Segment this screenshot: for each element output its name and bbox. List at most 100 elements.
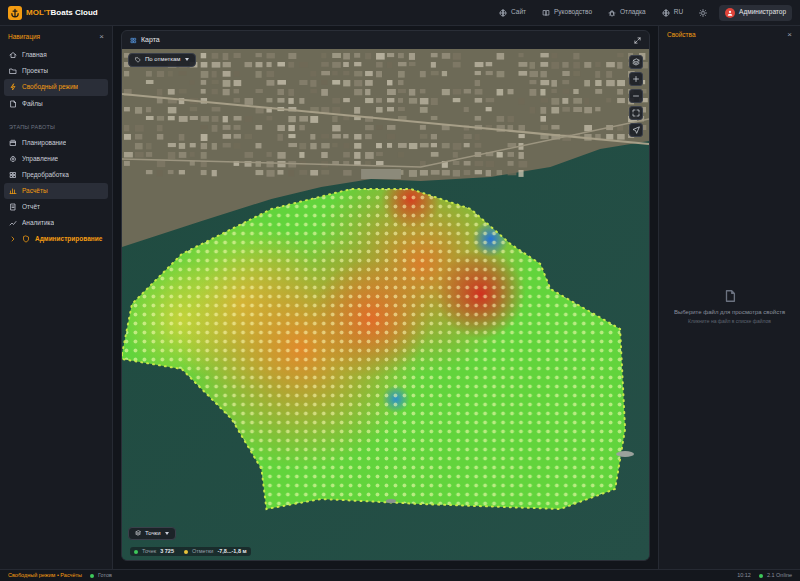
sidebar-item[interactable]: Свободный режим bbox=[4, 79, 108, 95]
legend-dot bbox=[184, 550, 188, 554]
map-tool-button[interactable] bbox=[629, 72, 643, 86]
tag-icon bbox=[135, 57, 141, 63]
top-link[interactable]: Руководство bbox=[538, 6, 596, 18]
globe-icon bbox=[662, 9, 670, 17]
logo-accent: MOL'T bbox=[26, 8, 51, 17]
report-icon bbox=[9, 203, 17, 211]
top-link[interactable]: Сайт bbox=[495, 6, 530, 18]
empty-hint: Кликните на файл в списке файлов bbox=[688, 318, 771, 324]
satellite-map[interactable] bbox=[122, 49, 649, 560]
user-menu[interactable]: Администратор bbox=[719, 5, 792, 21]
home-icon bbox=[9, 51, 17, 59]
user-name: Администратор bbox=[739, 8, 786, 16]
sidebar-item[interactable]: Главная bbox=[4, 47, 108, 63]
calendar-icon bbox=[9, 139, 17, 147]
zoom-out-icon bbox=[632, 92, 640, 100]
status-state: Готов bbox=[90, 572, 112, 579]
file-icon bbox=[9, 100, 17, 108]
status-bar: Свободный режим • РасчётыГотов10:122.1 O… bbox=[0, 569, 800, 581]
map-title: Карта bbox=[141, 36, 160, 45]
sidebar-item-label: Главная bbox=[22, 51, 47, 59]
trend-icon bbox=[9, 219, 17, 227]
mode-dropdown-label: По отметкам bbox=[145, 56, 181, 64]
legend-label: Отметки bbox=[192, 548, 213, 555]
properties-header: Свойства × bbox=[659, 26, 800, 44]
app-window: MOL'TBoats Cloud Сайт Руководство Отладка RU… bbox=[0, 0, 800, 581]
top-link-label: Сайт bbox=[511, 8, 526, 16]
sidebar-close[interactable]: × bbox=[99, 33, 104, 41]
logo-text: MOL'TBoats Cloud bbox=[26, 8, 98, 18]
mode-dropdown[interactable]: По отметкам bbox=[128, 53, 196, 67]
chevron-icon bbox=[9, 235, 17, 243]
sidebar-item-label: Управление bbox=[22, 155, 58, 163]
locate-icon bbox=[632, 126, 640, 134]
top-link-label: RU bbox=[674, 8, 683, 16]
expand-icon bbox=[634, 37, 641, 44]
empty-message: Выберите файл для просмотра свойств bbox=[674, 309, 785, 317]
shield-icon bbox=[22, 235, 30, 243]
control-icon bbox=[9, 155, 17, 163]
admin-item[interactable]: Администрирование bbox=[4, 231, 108, 247]
sidebar-item-label: Отчёт bbox=[22, 203, 40, 211]
legend-item: Отметки -7,8...-1,8 м bbox=[184, 548, 247, 555]
layers-icon bbox=[632, 58, 640, 66]
map-view[interactable]: По отметкамТочкиТочек3 725Отметки-7,8...… bbox=[122, 49, 649, 560]
status-state-label: Готов bbox=[98, 572, 112, 579]
map-tool-button[interactable] bbox=[629, 106, 643, 120]
layer-dropdown[interactable]: Точки bbox=[128, 527, 176, 541]
book-icon bbox=[542, 9, 550, 17]
legend-label: Точек bbox=[142, 548, 156, 555]
zoom-in-icon bbox=[632, 75, 640, 83]
sidebar-item-label: Аналитика bbox=[22, 219, 54, 227]
map-legend: Точек3 725Отметки-7,8...-1,8 м bbox=[130, 547, 251, 556]
map-toolbar bbox=[629, 55, 643, 137]
status-dot bbox=[90, 574, 94, 578]
map-tool-button[interactable] bbox=[629, 55, 643, 69]
top-link-label: Отладка bbox=[620, 8, 646, 16]
caret-icon bbox=[165, 532, 169, 535]
lightning-icon bbox=[9, 83, 17, 91]
status-version: 2.1 Online bbox=[759, 572, 792, 579]
sidebar-header: Навигация × bbox=[4, 31, 108, 47]
map-zone: КартаПо отметкамТочкиТочек3 725Отметки-7… bbox=[113, 26, 658, 569]
layers-icon bbox=[135, 530, 141, 536]
sidebar: Навигация × Главная ПроектыСвободный режим Ф… bbox=[0, 26, 113, 569]
status-breadcrumb: Свободный режим • Расчёты bbox=[8, 572, 82, 579]
sidebar-item[interactable]: Файлы bbox=[4, 96, 108, 112]
properties-close[interactable]: × bbox=[787, 31, 792, 39]
sidebar-item[interactable]: Управление bbox=[4, 151, 108, 167]
sidebar-item-label: Файлы bbox=[22, 100, 43, 108]
top-link[interactable]: Отладка bbox=[604, 6, 650, 18]
sidebar-item[interactable]: Проекты bbox=[4, 63, 108, 79]
legend-dot bbox=[134, 550, 138, 554]
admin-label: Администрирование bbox=[35, 235, 102, 243]
top-link[interactable]: RU bbox=[658, 6, 687, 18]
status-version-label: 2.1 Online bbox=[767, 572, 792, 579]
properties-panel: Свойства × Выберите файл для просмотра сво… bbox=[658, 26, 800, 569]
sidebar-item[interactable]: Аналитика bbox=[4, 215, 108, 231]
theme-button[interactable] bbox=[695, 7, 711, 19]
sidebar-item[interactable]: Предобработка bbox=[4, 167, 108, 183]
sidebar-item[interactable]: Планирование bbox=[4, 135, 108, 151]
sidebar-item-label: Предобработка bbox=[22, 171, 69, 179]
logo-rest: Boats Cloud bbox=[51, 8, 98, 17]
grid-icon bbox=[9, 171, 17, 179]
sidebar-item-label: Расчёты bbox=[22, 187, 48, 195]
sidebar-title: Навигация bbox=[8, 33, 40, 41]
properties-title: Свойства bbox=[667, 31, 696, 39]
sidebar-section-title: ЭТАПЫ РАБОТЫ bbox=[9, 124, 103, 131]
expand-button[interactable] bbox=[634, 37, 641, 44]
map-tool-button[interactable] bbox=[629, 89, 643, 103]
online-dot bbox=[759, 574, 763, 578]
sidebar-item[interactable]: Отчёт bbox=[4, 199, 108, 215]
map-tool-button[interactable] bbox=[629, 123, 643, 137]
folder-icon bbox=[9, 67, 17, 75]
sidebar-item-label: Планирование bbox=[22, 139, 66, 147]
logo-anchor-icon bbox=[8, 6, 22, 20]
map-card: КартаПо отметкамТочкиТочек3 725Отметки-7… bbox=[121, 30, 650, 561]
map-header: Карта bbox=[122, 31, 649, 49]
sidebar-item[interactable]: Расчёты bbox=[4, 183, 108, 199]
logo[interactable]: MOL'TBoats Cloud bbox=[8, 6, 98, 20]
legend-value: -7,8...-1,8 м bbox=[217, 548, 246, 555]
globe-icon bbox=[499, 9, 507, 17]
